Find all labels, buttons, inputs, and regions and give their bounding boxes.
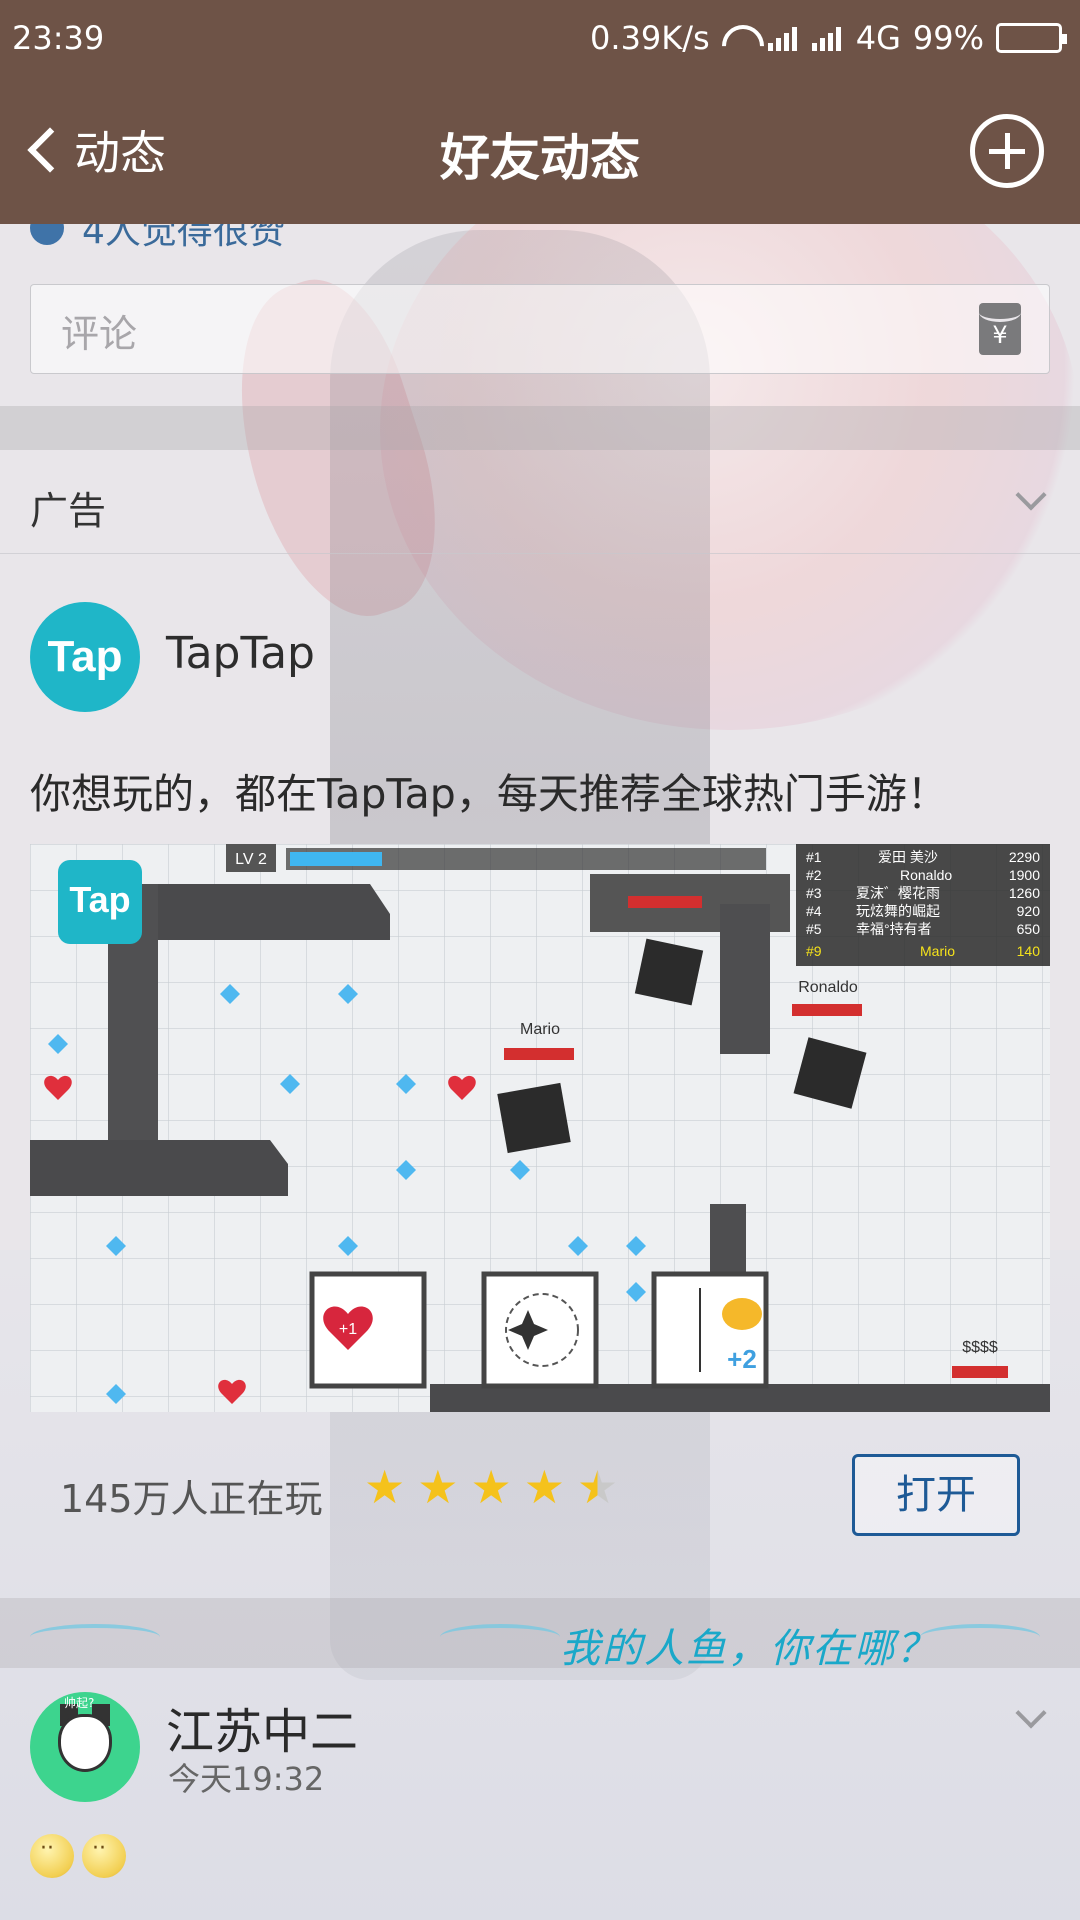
page-title: 好友动态 xyxy=(440,129,640,187)
section-divider xyxy=(0,406,1080,450)
wave-decoration xyxy=(920,1624,1040,1650)
network-type: 4G xyxy=(855,19,901,57)
like-icon xyxy=(30,224,64,245)
ad-header: 广告 xyxy=(0,450,1080,554)
svg-text:#4: #4 xyxy=(806,903,822,919)
svg-text:玩炫舞的崛起: 玩炫舞的崛起 xyxy=(856,903,940,919)
comment-placeholder: 评论 xyxy=(61,312,138,356)
half-star-icon: ★ xyxy=(577,1460,619,1514)
open-app-button[interactable]: 打开 xyxy=(852,1454,1020,1536)
svg-text:650: 650 xyxy=(1017,921,1041,937)
svg-text:#2: #2 xyxy=(806,867,822,883)
likes-summary[interactable]: 4人觉得很赞 xyxy=(30,224,285,254)
battery-icon xyxy=(996,23,1067,53)
emoji-icon xyxy=(30,1834,74,1878)
signal-icon-2 xyxy=(811,25,844,51)
husky-icon xyxy=(58,1714,112,1772)
svg-text:夏沫゛樱花雨: 夏沫゛樱花雨 xyxy=(856,885,940,901)
post-user-name[interactable]: 江苏中二 xyxy=(166,1692,358,1762)
feed-content[interactable]: 4人觉得很赞 评论 ¥ 广告 Tap TapTap 你想玩的，都在TapTap，… xyxy=(0,224,1080,1920)
svg-text:920: 920 xyxy=(1017,903,1041,919)
svg-text:#3: #3 xyxy=(806,885,822,901)
red-packet-icon[interactable]: ¥ xyxy=(979,303,1021,355)
wave-decoration xyxy=(30,1624,160,1650)
user-avatar[interactable]: 帅起? xyxy=(30,1692,140,1802)
game-screenshot: Tap LV 2 #1 爱田 美沙 2290 #2 Ronaldo 1900 #3 夏沫゛… xyxy=(30,844,1050,1412)
powerup-cards: +1 +2 xyxy=(309,1271,769,1389)
player-mario-label: Mario xyxy=(520,1021,560,1038)
svg-text:Mario: Mario xyxy=(920,943,955,959)
star-icon: ★ xyxy=(523,1460,565,1514)
svg-text:1900: 1900 xyxy=(1009,867,1040,883)
avatar-caption: 帅起? xyxy=(64,1696,95,1710)
app-name[interactable]: TapTap xyxy=(166,628,315,679)
svg-text:1260: 1260 xyxy=(1009,885,1040,901)
star-icon: ★ xyxy=(417,1460,459,1514)
status-time: 23:39 xyxy=(12,19,105,57)
svg-text:爱田 美沙: 爱田 美沙 xyxy=(878,849,938,865)
player-ronaldo-label: Ronaldo xyxy=(798,979,858,996)
rating-stars: ★ ★ ★ ★ ★ xyxy=(364,1464,618,1510)
wifi-icon xyxy=(722,25,756,51)
star-icon: ★ xyxy=(364,1460,406,1514)
post-emoji-row xyxy=(30,1834,126,1878)
signal-icon xyxy=(767,25,800,51)
net-speed: 0.39K/s xyxy=(590,19,710,57)
nav-bar: 动态 好友动态 xyxy=(0,76,1080,224)
chevron-down-icon[interactable] xyxy=(1015,479,1047,511)
plus-badge: +2 xyxy=(727,1344,757,1374)
app-avatar[interactable]: Tap xyxy=(30,602,140,712)
svg-text:#5: #5 xyxy=(806,921,822,937)
ad-text: 你想玩的，都在TapTap，每天推荐全球热门手游！ xyxy=(30,770,948,818)
comment-input[interactable]: 评论 ¥ xyxy=(30,284,1050,374)
star-icon: ★ xyxy=(470,1460,512,1514)
post-time: 今天19:32 xyxy=(168,1760,325,1798)
status-bar: 23:39 0.39K/s 4G 99% xyxy=(0,0,1080,76)
players-count: 145万人正在玩 xyxy=(60,1477,323,1521)
ad-label: 广告 xyxy=(30,489,107,533)
svg-text:Ronaldo: Ronaldo xyxy=(900,867,952,883)
ad-image[interactable]: Tap LV 2 #1 爱田 美沙 2290 #2 Ronaldo 1900 #3 夏沫゛… xyxy=(30,844,1050,1412)
ad-footer: 145万人正在玩 ★ ★ ★ ★ ★ 打开 xyxy=(0,1444,1080,1564)
svg-text:#1: #1 xyxy=(806,849,822,865)
wave-decoration xyxy=(440,1624,560,1650)
heart-badge: +1 xyxy=(339,1321,357,1338)
money-label: $$$$ xyxy=(962,1339,998,1356)
svg-text:2290: 2290 xyxy=(1009,849,1040,865)
banner-text: 我的人鱼，你在哪？ xyxy=(560,1626,938,1672)
svg-text:140: 140 xyxy=(1017,943,1041,959)
svg-text:幸福°持有者: 幸福°持有者 xyxy=(856,921,932,937)
battery-percent: 99% xyxy=(912,19,984,57)
likes-text: 4人觉得很赞 xyxy=(82,224,285,252)
post-options-chevron-icon[interactable] xyxy=(1015,1697,1047,1729)
emoji-icon xyxy=(82,1834,126,1878)
level-text: LV 2 xyxy=(235,851,267,868)
add-post-button[interactable] xyxy=(970,114,1044,188)
svg-text:#9: #9 xyxy=(806,943,822,959)
game-logo: Tap xyxy=(69,879,130,920)
status-right: 0.39K/s 4G 99% xyxy=(590,19,1067,57)
